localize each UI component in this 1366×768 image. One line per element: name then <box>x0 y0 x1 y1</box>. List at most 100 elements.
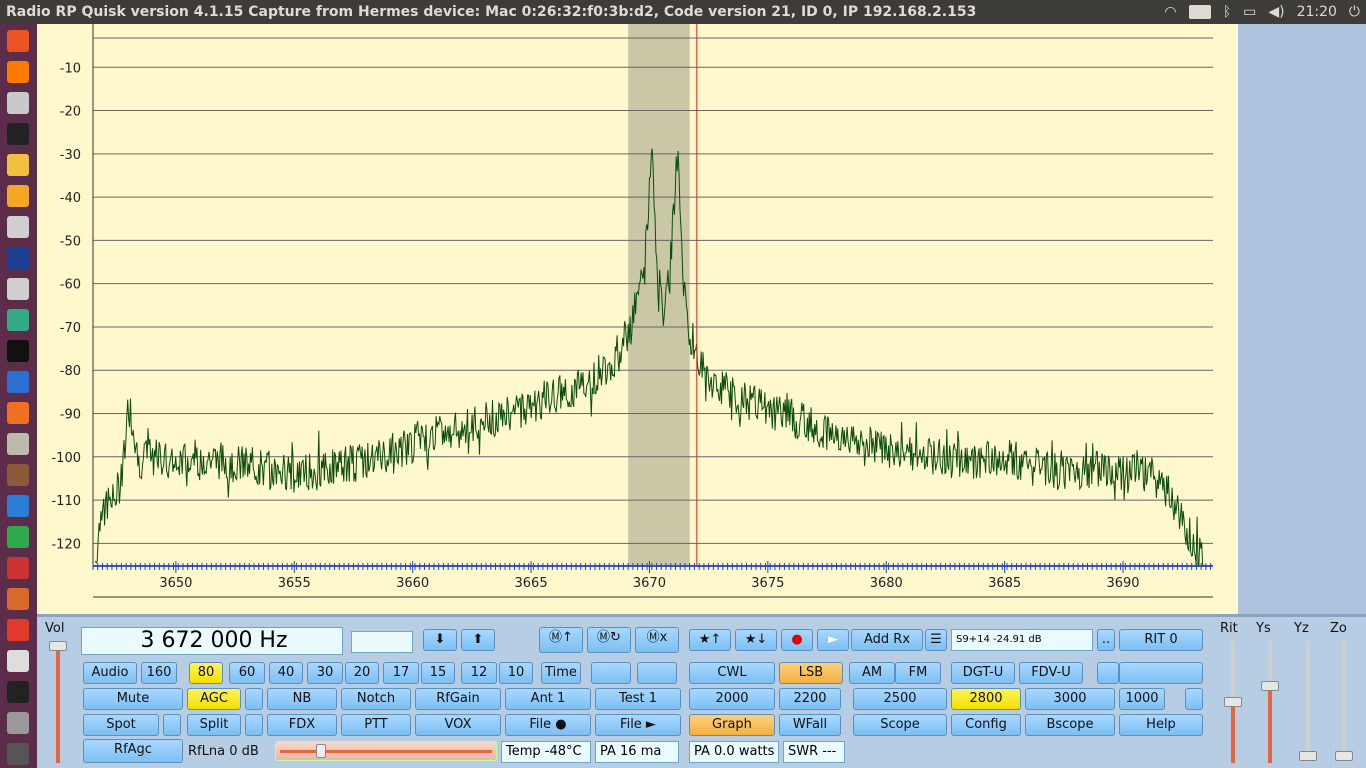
audio-button[interactable]: Audio <box>83 662 137 684</box>
fdv-u-button[interactable]: FDV-U <box>1019 662 1083 684</box>
tune-down-button[interactable]: ⬇ <box>423 629 457 651</box>
keyboard-indicator[interactable]: De <box>1188 5 1211 19</box>
bscope-button[interactable]: Bscope <box>1025 714 1115 736</box>
mode-menu-button[interactable] <box>1097 662 1119 684</box>
globe-icon[interactable] <box>7 371 29 393</box>
band-15-button[interactable]: 15 <box>421 662 455 684</box>
quisk-icon[interactable] <box>7 247 29 269</box>
band-60-button[interactable]: 60 <box>229 662 265 684</box>
volume-icon[interactable]: ◀) <box>1268 4 1284 20</box>
wifi-icon[interactable]: ◠ <box>1164 4 1176 20</box>
band-30-button[interactable]: 30 <box>307 662 343 684</box>
graph-button[interactable]: Graph <box>689 714 775 736</box>
band-12-button[interactable]: 12 <box>461 662 497 684</box>
rflna-slider-knob[interactable] <box>316 744 326 758</box>
band-20-button[interactable]: 20 <box>345 662 379 684</box>
chrome-icon[interactable] <box>7 650 29 672</box>
add-rx-button[interactable]: Add Rx <box>851 629 923 651</box>
terminal-icon[interactable] <box>7 123 29 145</box>
favorite-down-button[interactable]: ★↓ <box>735 629 777 651</box>
tools-icon[interactable] <box>7 340 29 362</box>
vlc-icon[interactable] <box>7 402 29 424</box>
am-button[interactable]: AM <box>849 662 895 684</box>
band-80-button[interactable]: 80 <box>189 662 223 684</box>
agc-menu-button[interactable] <box>245 688 263 710</box>
drive2-icon[interactable] <box>7 278 29 300</box>
yz-slider-knob[interactable] <box>1299 751 1317 761</box>
library-icon[interactable] <box>7 464 29 486</box>
help-button[interactable]: Help <box>1119 714 1203 736</box>
filter-2200-button[interactable]: 2200 <box>779 688 841 710</box>
gimp-icon[interactable] <box>7 154 29 176</box>
menu-button[interactable]: ☰ <box>925 629 947 651</box>
impress-icon[interactable] <box>7 588 29 610</box>
rfgain-button[interactable]: RfGain <box>415 688 501 710</box>
fm-button[interactable]: FM <box>895 662 941 684</box>
agc-button[interactable]: AGC <box>187 688 241 710</box>
zo-slider-knob[interactable] <box>1335 751 1353 761</box>
scope-button[interactable]: Scope <box>853 714 947 736</box>
drive-icon[interactable] <box>7 216 29 238</box>
ubuntu-icon[interactable] <box>7 30 29 52</box>
filter-2500-button[interactable]: 2500 <box>853 688 947 710</box>
split-menu-button[interactable] <box>245 714 263 736</box>
blank-button-2[interactable] <box>637 662 677 684</box>
filter-3000-button[interactable]: 3000 <box>1025 688 1115 710</box>
file-play-button[interactable]: File ► <box>595 714 681 736</box>
band-17-button[interactable]: 17 <box>383 662 419 684</box>
fdx-button[interactable]: FDX <box>267 714 337 736</box>
rfagc-button[interactable]: RfAgc <box>83 739 183 763</box>
play-button[interactable]: ► <box>817 629 849 651</box>
waterfall-button[interactable]: WFall <box>779 714 841 736</box>
vox-button[interactable]: VOX <box>415 714 501 736</box>
settings-icon[interactable] <box>7 92 29 114</box>
clock[interactable]: 21:20 <box>1297 4 1337 20</box>
spectrum-graph[interactable]: -10 -20 -30 -40 -50 -60 -70 -80 -90 -100 -110 -120 3… <box>37 24 1238 614</box>
writer-icon[interactable] <box>7 495 29 517</box>
circuit-icon[interactable] <box>7 309 29 331</box>
frequency-display[interactable]: 3 672 000 Hz <box>81 627 343 655</box>
s-meter-menu-button[interactable]: .. <box>1097 629 1115 651</box>
ant-1-button[interactable]: Ant 1 <box>505 688 591 710</box>
time-button[interactable]: Time <box>541 662 581 684</box>
cwl-button[interactable]: CWL <box>689 662 775 684</box>
power-icon[interactable]: ⏻ <box>1349 4 1360 20</box>
firefox-icon[interactable] <box>7 61 29 83</box>
memory-recall-button[interactable]: Ⓜ↻ <box>587 627 631 653</box>
file-record-button[interactable]: File ● <box>505 714 591 736</box>
filter-1000-button[interactable]: 1000 <box>1119 688 1165 710</box>
band-40-button[interactable]: 40 <box>269 662 303 684</box>
vol-slider[interactable] <box>56 641 60 763</box>
filter-menu-button[interactable] <box>1185 688 1203 710</box>
printer-icon[interactable] <box>7 712 29 734</box>
filter-2800-button[interactable]: 2800 <box>951 688 1021 710</box>
calc-icon[interactable] <box>7 526 29 548</box>
amazon-icon[interactable] <box>7 681 29 703</box>
split-button[interactable]: Split <box>187 714 241 736</box>
vol-slider-knob[interactable] <box>49 641 67 651</box>
pdf-icon[interactable] <box>7 619 29 641</box>
tune-up-button[interactable]: ⬆ <box>461 629 495 651</box>
band-10-button[interactable]: 10 <box>499 662 533 684</box>
spot-button[interactable]: Spot <box>83 714 159 736</box>
ys-slider-knob[interactable] <box>1261 681 1279 691</box>
blank-button-3[interactable] <box>1119 662 1203 684</box>
memory-save-button[interactable]: Ⓜ↑ <box>539 627 583 653</box>
mute-button[interactable]: Mute <box>83 688 183 710</box>
test-1-button[interactable]: Test 1 <box>595 688 681 710</box>
dgt-u-button[interactable]: DGT-U <box>951 662 1015 684</box>
text-editor-icon[interactable] <box>7 185 29 207</box>
zo-slider[interactable] <box>1342 641 1346 763</box>
spot-menu-button[interactable] <box>163 714 181 736</box>
config-button[interactable]: Config <box>951 714 1021 736</box>
rit-button[interactable]: RIT 0 <box>1119 629 1203 651</box>
record-button[interactable]: ● <box>781 629 813 651</box>
frequency-entry[interactable] <box>351 631 413 653</box>
ptt-button[interactable]: PTT <box>341 714 411 736</box>
rit-slider-knob[interactable] <box>1224 697 1242 707</box>
lsb-button[interactable]: LSB <box>779 662 843 684</box>
yz-slider[interactable] <box>1306 641 1310 763</box>
filter-2000-button[interactable]: 2000 <box>689 688 775 710</box>
notch-button[interactable]: Notch <box>341 688 411 710</box>
rflna-slider[interactable] <box>275 741 497 761</box>
